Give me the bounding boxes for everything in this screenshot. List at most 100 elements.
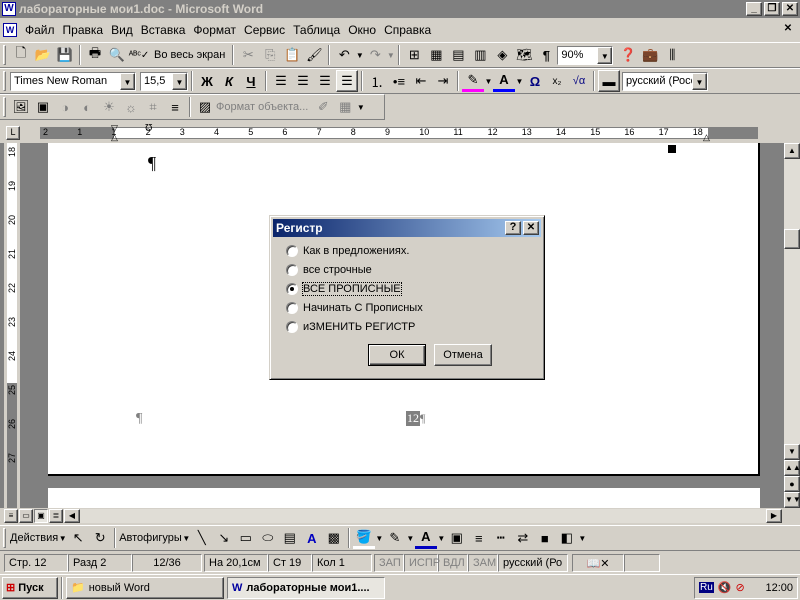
browse-object-icon[interactable]: ● bbox=[784, 476, 800, 492]
print-layout-icon[interactable]: ▣ bbox=[34, 509, 48, 523]
horizontal-scrollbar[interactable]: ≡ ▭ ▣ ≣ ◀ ▶ bbox=[0, 508, 784, 524]
bullets-icon[interactable]: •≡ bbox=[388, 70, 410, 92]
speaker-icon[interactable]: 🔇 bbox=[718, 581, 732, 594]
highlight-icon[interactable]: ✎ bbox=[462, 70, 484, 92]
option-title-case[interactable]: Начинать С Прописных bbox=[286, 298, 536, 317]
outline-view-icon[interactable]: ≣ bbox=[49, 509, 63, 523]
autoshapes-menu[interactable]: Автофигуры bbox=[119, 532, 182, 544]
arrow-icon[interactable]: ↘ bbox=[213, 527, 235, 549]
chevron-down-icon[interactable]: ▼ bbox=[692, 72, 707, 90]
scroll-up-icon[interactable]: ▲ bbox=[784, 143, 800, 159]
italic-button[interactable]: К bbox=[218, 70, 240, 92]
symbol-omega-icon[interactable]: Ω bbox=[524, 70, 546, 92]
menu-edit[interactable]: Правка bbox=[59, 23, 108, 37]
font-color-dropdown[interactable]: ▼ bbox=[515, 77, 524, 86]
right-indent-marker[interactable]: △ bbox=[703, 132, 710, 143]
rectangle-icon[interactable]: ▭ bbox=[235, 527, 257, 549]
previous-page-icon[interactable]: ▲▲ bbox=[784, 460, 800, 476]
briefcase-icon[interactable]: 💼 bbox=[639, 44, 661, 66]
font-name-combo[interactable]: Times New Roman ▼ bbox=[10, 71, 136, 91]
columns-icon[interactable]: ▥ bbox=[469, 44, 491, 66]
dialog-help-button[interactable]: ? bbox=[505, 221, 521, 235]
web-view-icon[interactable]: ▭ bbox=[19, 509, 33, 523]
justify-icon[interactable]: ☰ bbox=[336, 70, 358, 92]
drawing-font-color-icon[interactable]: A bbox=[414, 527, 437, 549]
insert-picture-icon[interactable]: 🖼 bbox=[10, 96, 32, 118]
menu-table[interactable]: Таблица bbox=[289, 23, 344, 37]
3d-icon[interactable]: ◧ bbox=[556, 527, 578, 549]
radio-uppercase[interactable] bbox=[286, 282, 298, 295]
cut-icon[interactable]: ✂ bbox=[237, 44, 259, 66]
decrease-indent-icon[interactable]: ⇤ bbox=[410, 70, 432, 92]
document-icon[interactable]: W bbox=[3, 23, 17, 37]
option-toggle-case[interactable]: иЗМЕНИТЬ РЕГИСТР bbox=[286, 317, 536, 336]
task-new-word[interactable]: 📁 новый Word bbox=[66, 576, 224, 599]
more-drawing-dropdown[interactable]: ▼ bbox=[578, 534, 587, 543]
scroll-thumb[interactable] bbox=[784, 229, 800, 249]
radio-sentence-case[interactable] bbox=[286, 244, 298, 257]
normal-view-icon[interactable]: ≡ bbox=[4, 509, 18, 523]
left-indent-marker[interactable]: △ bbox=[111, 132, 118, 143]
scroll-left-icon[interactable]: ◀ bbox=[64, 509, 80, 523]
autoshapes-dropdown[interactable]: ▼ bbox=[182, 534, 191, 543]
select-objects-icon[interactable]: ↖ bbox=[67, 527, 89, 549]
toolbar-grip[interactable] bbox=[3, 97, 6, 117]
status-ovr[interactable]: ЗАМ bbox=[468, 554, 498, 572]
ok-button[interactable]: ОК bbox=[368, 344, 426, 366]
drawing-font-color-dropdown[interactable]: ▼ bbox=[437, 534, 446, 543]
insert-image-icon[interactable]: ▣ bbox=[446, 527, 468, 549]
format-object-button[interactable]: Формат объекта... bbox=[216, 101, 308, 113]
keyboard-language[interactable]: Ru bbox=[699, 582, 714, 593]
line-icon[interactable]: ╲ bbox=[191, 527, 213, 549]
menu-tools[interactable]: Сервис bbox=[240, 23, 289, 37]
arrow-style-icon[interactable]: ⇄ bbox=[512, 527, 534, 549]
full-screen-button[interactable]: Во весь экран bbox=[154, 49, 225, 61]
oval-icon[interactable]: ⬭ bbox=[257, 527, 279, 549]
status-ext[interactable]: ВДЛ bbox=[438, 554, 468, 572]
menu-format[interactable]: Формат bbox=[189, 23, 240, 37]
font-size-combo[interactable]: 15,5 ▼ bbox=[140, 71, 188, 91]
free-rotate-icon[interactable]: ↻ bbox=[89, 527, 111, 549]
status-rec[interactable]: ЗАП bbox=[374, 554, 404, 572]
less-brightness-icon[interactable]: ☼ bbox=[120, 96, 142, 118]
radio-toggle-case[interactable] bbox=[286, 320, 298, 333]
format-painter-icon[interactable]: 🖌 bbox=[303, 44, 325, 66]
spelling-status-icon[interactable]: 📖✕ bbox=[572, 554, 624, 572]
chevron-down-icon[interactable]: ▼ bbox=[597, 46, 613, 64]
format-object-icon[interactable]: ▨ bbox=[194, 96, 216, 118]
option-uppercase[interactable]: ВСЕ ПРОПИСНЫЕ bbox=[286, 279, 536, 298]
undo-dropdown[interactable]: ▼ bbox=[355, 51, 364, 60]
close-document-button[interactable]: ✕ bbox=[780, 23, 796, 37]
tables-borders-icon[interactable]: ⊞ bbox=[403, 44, 425, 66]
scroll-down-icon[interactable]: ▼ bbox=[784, 444, 800, 460]
more-brightness-icon[interactable]: ☀ bbox=[98, 96, 120, 118]
insert-table-icon[interactable]: ▦ bbox=[425, 44, 447, 66]
insert-excel-icon[interactable]: ▤ bbox=[447, 44, 469, 66]
horizontal-ruler[interactable]: L 2 1 1 2 3 4 5 6 7 8 9 10 11 12 13 14 15 16 17 18 ▽ △ Ʊ △ bbox=[0, 123, 800, 143]
antivirus-icon[interactable]: ⊘ bbox=[736, 581, 745, 594]
open-folder-icon[interactable]: 📂 bbox=[32, 44, 54, 66]
numbering-icon[interactable]: ⒈ bbox=[366, 70, 388, 92]
redo-icon[interactable]: ↷ bbox=[364, 44, 386, 66]
line-color-icon[interactable]: ✎ bbox=[384, 527, 406, 549]
subscript-icon[interactable]: x₂ bbox=[546, 70, 568, 92]
actions-dropdown[interactable]: ▼ bbox=[58, 534, 67, 543]
scroll-right-icon[interactable]: ▶ bbox=[766, 509, 782, 523]
fill-color-icon[interactable]: 🪣 bbox=[352, 527, 375, 549]
horizontal-track[interactable] bbox=[80, 509, 766, 523]
vertical-scrollbar[interactable]: ▲ ▼ ▲▲ ● ▼▼ bbox=[784, 143, 800, 508]
dash-style-icon[interactable]: ┅ bbox=[490, 527, 512, 549]
menu-help[interactable]: Справка bbox=[380, 23, 435, 37]
wordart-icon[interactable]: A bbox=[301, 527, 323, 549]
next-page[interactable] bbox=[48, 488, 760, 508]
align-right-icon[interactable]: ☰ bbox=[314, 70, 336, 92]
crop-icon[interactable]: ⌗ bbox=[142, 96, 164, 118]
increase-indent-icon[interactable]: ⇥ bbox=[432, 70, 454, 92]
radio-lowercase[interactable] bbox=[286, 263, 298, 276]
menu-insert[interactable]: Вставка bbox=[137, 23, 190, 37]
window-titlebar[interactable]: W лабораторные мои1.doc - Microsoft Word… bbox=[0, 0, 800, 18]
option-lowercase[interactable]: все строчные bbox=[286, 260, 536, 279]
underline-button[interactable]: Ч bbox=[240, 70, 262, 92]
line-color-dropdown[interactable]: ▼ bbox=[406, 534, 415, 543]
zoom-combo[interactable]: 90% ▼ bbox=[557, 45, 614, 65]
